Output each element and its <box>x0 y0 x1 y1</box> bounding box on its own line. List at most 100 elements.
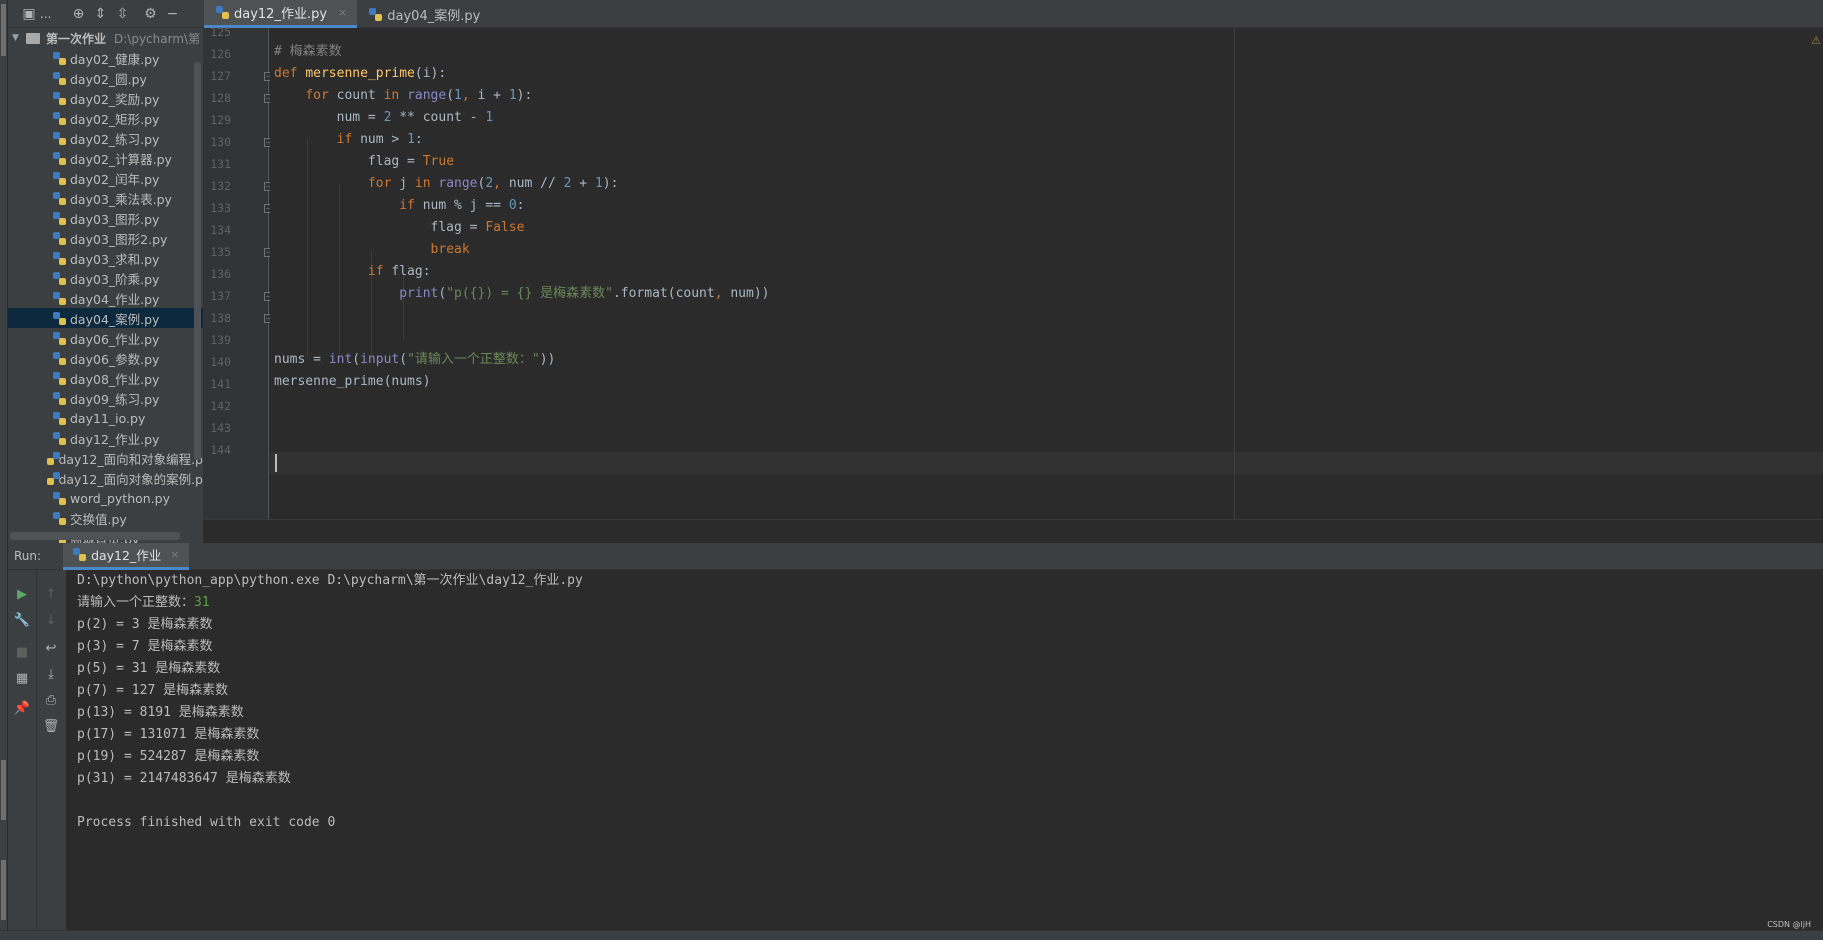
line-number[interactable]: 143 <box>203 417 231 439</box>
tab-label: day12_作业.py <box>234 7 328 22</box>
file-item[interactable]: 交换值.py <box>8 508 203 528</box>
file-item[interactable]: day04_作业.py <box>8 288 203 308</box>
tab-day04-example[interactable]: day04_案例.py <box>357 0 490 28</box>
run-tab-day12-homework[interactable]: day12_作业 × <box>63 542 190 570</box>
line-number[interactable]: 131 <box>203 153 231 175</box>
file-item[interactable]: day12_面向和对象编程.p <box>8 448 203 468</box>
file-item[interactable]: day02_闰年.py <box>8 168 203 188</box>
close-icon[interactable]: × <box>338 6 347 19</box>
line-number[interactable]: 128 <box>203 87 231 109</box>
locate-icon[interactable]: ⊕ <box>67 3 89 25</box>
code-editor[interactable]: ⚠ # 梅森素数 def mersenne_prime(i): for coun… <box>270 28 1823 519</box>
structure-tool-window-tab[interactable] <box>1 860 6 920</box>
file-item[interactable]: day02_矩形.py <box>8 108 203 128</box>
collapse-all-icon[interactable]: ⇳ <box>111 3 133 25</box>
python-file-icon <box>53 311 66 325</box>
project-root[interactable]: ▼ 第一次作业 D:\pycharm\第 <box>8 28 203 48</box>
project-root-path: D:\pycharm\第 <box>114 31 201 46</box>
bookmarks-tool-window-tab[interactable] <box>1 760 6 820</box>
line-number[interactable]: 126 <box>203 43 231 65</box>
line-number[interactable]: 135 <box>203 241 231 263</box>
scroll-to-end-icon[interactable]: ⤓ <box>41 664 61 684</box>
python-file-icon <box>53 291 66 305</box>
file-item[interactable]: word_python.py <box>8 488 203 508</box>
run-tab-label: day12_作业 <box>91 548 162 563</box>
python-file-icon <box>53 351 66 365</box>
print-icon[interactable]: ⎙ <box>41 690 61 710</box>
trash-icon[interactable]: 🗑 <box>41 716 61 736</box>
run-console[interactable]: D:\python\python_app\python.exe D:\pycha… <box>66 570 1823 930</box>
gear-icon[interactable]: ⚙ <box>139 3 161 25</box>
code-line-132: flag = True <box>274 154 455 169</box>
pin-icon[interactable]: 📌 <box>12 698 32 718</box>
line-number[interactable]: 134 <box>203 219 231 241</box>
hide-icon[interactable]: − <box>161 3 183 25</box>
file-label: day03_图形2.py <box>70 231 168 247</box>
console-line: p(3) = 7 是梅森素数 <box>77 639 213 654</box>
python-file-icon <box>53 51 66 65</box>
line-number[interactable]: 136 <box>203 263 231 285</box>
file-item[interactable]: day09_练习.py <box>8 388 203 408</box>
wrench-icon[interactable]: 🔧 <box>12 610 32 630</box>
code-line-141: nums = int(input("请输入一个正整数：")) <box>274 352 556 367</box>
console-prompt: 请输入一个正整数： <box>77 595 195 610</box>
file-item[interactable]: day11_io.py <box>8 408 203 428</box>
file-label: day02_练习.py <box>70 131 160 147</box>
console-line: p(17) = 131071 是梅森素数 <box>77 727 260 742</box>
file-item[interactable]: day02_计算器.py <box>8 148 203 168</box>
file-item[interactable]: day03_求和.py <box>8 248 203 268</box>
warning-icon[interactable]: ⚠ <box>1811 34 1821 47</box>
line-number[interactable]: 137 <box>203 285 231 307</box>
line-number[interactable]: 127 <box>203 65 231 87</box>
file-item[interactable]: day04_案例.py <box>8 308 203 328</box>
file-item[interactable]: day06_作业.py <box>8 328 203 348</box>
project-tool-window-tab[interactable] <box>1 4 6 56</box>
arrow-up-icon[interactable]: ↑ <box>41 584 61 604</box>
expand-all-icon[interactable]: ⇕ <box>89 3 111 25</box>
close-icon[interactable]: × <box>170 548 179 561</box>
line-number[interactable]: 144 <box>203 439 231 461</box>
line-number[interactable]: 140 <box>203 351 231 373</box>
line-number[interactable]: 142 <box>203 395 231 417</box>
file-item[interactable]: day03_图形.py <box>8 208 203 228</box>
file-item[interactable]: day08_作业.py <box>8 368 203 388</box>
stop-icon[interactable]: ■ <box>12 642 32 662</box>
python-file-icon <box>53 211 66 225</box>
layout-icon[interactable]: ▦ <box>12 668 32 688</box>
project-vertical-scrollbar[interactable] <box>194 62 201 460</box>
line-number[interactable]: 139 <box>203 329 231 351</box>
project-horizontal-scrollbar[interactable] <box>10 532 180 540</box>
file-item[interactable]: day03_图形2.py <box>8 228 203 248</box>
project-panel-title[interactable]: ... <box>40 7 51 21</box>
line-number[interactable]: 141 <box>203 373 231 395</box>
file-item[interactable]: day03_阶乘.py <box>8 268 203 288</box>
console-line: D:\python\python_app\python.exe D:\pycha… <box>77 573 583 588</box>
project-view-icon[interactable]: ▣ <box>18 3 40 25</box>
file-label: day12_面向对象的案例.p <box>58 471 203 487</box>
line-number[interactable]: 138 <box>203 307 231 329</box>
rerun-icon[interactable]: ▶ <box>12 584 32 604</box>
python-file-icon <box>53 431 66 445</box>
soft-wrap-icon[interactable]: ↩ <box>41 638 61 658</box>
python-file-icon <box>53 191 66 205</box>
file-item[interactable]: day02_健康.py <box>8 48 203 68</box>
file-item[interactable]: day02_奖励.py <box>8 88 203 108</box>
file-item[interactable]: day02_练习.py <box>8 128 203 148</box>
file-item[interactable]: day12_作业.py <box>8 428 203 448</box>
file-label: day06_参数.py <box>70 351 160 367</box>
line-number[interactable]: 132 <box>203 175 231 197</box>
editor-run-splitter[interactable] <box>203 519 1823 543</box>
folder-icon <box>26 32 40 44</box>
file-label: day06_作业.py <box>70 331 160 347</box>
line-number[interactable]: 130 <box>203 131 231 153</box>
line-number[interactable]: 129 <box>203 109 231 131</box>
file-item[interactable]: day12_面向对象的案例.p <box>8 468 203 488</box>
left-tool-strip[interactable] <box>0 0 8 940</box>
file-item[interactable]: day06_参数.py <box>8 348 203 368</box>
chevron-down-icon[interactable]: ▼ <box>12 33 26 43</box>
file-item[interactable]: day02_圆.py <box>8 68 203 88</box>
arrow-down-icon[interactable]: ↓ <box>41 610 61 630</box>
file-item[interactable]: day03_乘法表.py <box>8 188 203 208</box>
line-number[interactable]: 133 <box>203 197 231 219</box>
line-number[interactable]: 125 <box>203 21 231 43</box>
